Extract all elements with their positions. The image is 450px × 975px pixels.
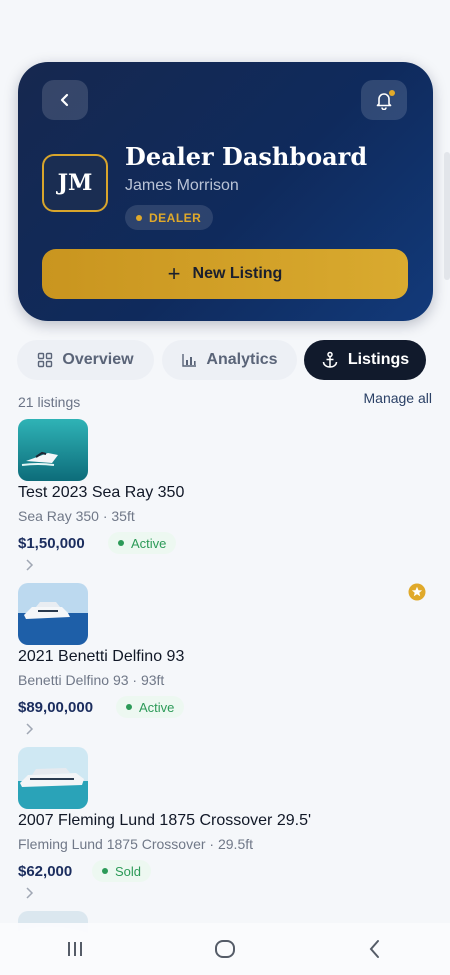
recent-apps-icon[interactable]: [64, 938, 86, 960]
listing-thumbnail: [18, 747, 88, 809]
tab-analytics[interactable]: Analytics: [162, 340, 297, 380]
chevron-right-icon: [26, 559, 34, 571]
new-listing-label: New Listing: [192, 265, 283, 282]
listing-subtitle: Benetti Delfino 93 · 93ft: [18, 672, 165, 688]
scrollbar[interactable]: [444, 152, 450, 280]
listing-item[interactable]: 2021 Benetti Delfino 93 Benetti Delfino …: [18, 583, 438, 743]
plus-icon: +: [167, 261, 181, 286]
status-badge: Sold: [92, 860, 152, 882]
listing-thumbnail: [18, 583, 88, 645]
listing-title: 2021 Benetti Delfino 93: [18, 648, 185, 665]
chevron-left-icon: [60, 93, 69, 107]
page-title: Dealer Dashboard: [125, 142, 368, 171]
listing-subtitle: Sea Ray 350 · 35ft: [18, 508, 135, 524]
avatar: JM: [42, 154, 108, 212]
tab-listings-label: Listings: [347, 351, 410, 368]
back-button[interactable]: [42, 80, 88, 120]
tab-overview-label: Overview: [62, 351, 134, 368]
listing-item[interactable]: 2007 Fleming Lund 1875 Crossover 29.5' F…: [18, 747, 438, 907]
notification-dot: [389, 90, 395, 96]
status-dot: [102, 868, 108, 874]
anchor-icon: [322, 351, 338, 368]
status-badge: Active: [116, 696, 185, 718]
status-label: Sold: [115, 863, 142, 879]
status-dot: [126, 704, 132, 710]
system-nav-bar: [0, 923, 450, 975]
status-label: Active: [131, 535, 167, 551]
manage-all-link[interactable]: Manage all: [364, 390, 433, 406]
user-name: James Morrison: [125, 177, 239, 194]
status-dot: [118, 540, 124, 546]
tab-bar: Overview Analytics Listings: [17, 340, 450, 380]
home-icon[interactable]: [213, 937, 237, 961]
back-nav-icon[interactable]: [364, 938, 386, 960]
chevron-right-icon: [26, 723, 34, 735]
listing-item[interactable]: Test 2023 Sea Ray 350 Sea Ray 350 · 35ft…: [18, 419, 438, 579]
chevron-right-icon: [26, 887, 34, 899]
status-badge: Active: [108, 532, 177, 554]
listing-title: Test 2023 Sea Ray 350: [18, 484, 185, 501]
tab-analytics-label: Analytics: [206, 351, 278, 368]
role-badge-label: DEALER: [149, 210, 202, 225]
listing-price: $62,000: [18, 863, 73, 880]
grid-icon: [38, 352, 53, 368]
bar-chart-icon: [182, 354, 197, 367]
role-badge: DEALER: [125, 205, 214, 230]
listing-price: $1,50,000: [18, 535, 85, 552]
listing-subtitle: Fleming Lund 1875 Crossover · 29.5ft: [18, 836, 254, 852]
listing-title: 2007 Fleming Lund 1875 Crossover 29.5': [18, 812, 312, 829]
featured-star-icon: [408, 583, 426, 601]
tab-listings[interactable]: Listings: [304, 340, 426, 380]
listing-thumbnail: [18, 419, 88, 481]
badge-dot: [136, 214, 142, 221]
notifications-button[interactable]: [361, 80, 407, 120]
new-listing-button[interactable]: + New Listing: [42, 249, 408, 299]
listing-price: $89,00,000: [18, 699, 94, 716]
status-label: Active: [139, 699, 175, 715]
tab-overview[interactable]: Overview: [17, 340, 154, 380]
dashboard-header-card: JM Dealer Dashboard James Morrison DEALE…: [18, 62, 433, 321]
listings-count: 21 listings: [18, 394, 81, 410]
